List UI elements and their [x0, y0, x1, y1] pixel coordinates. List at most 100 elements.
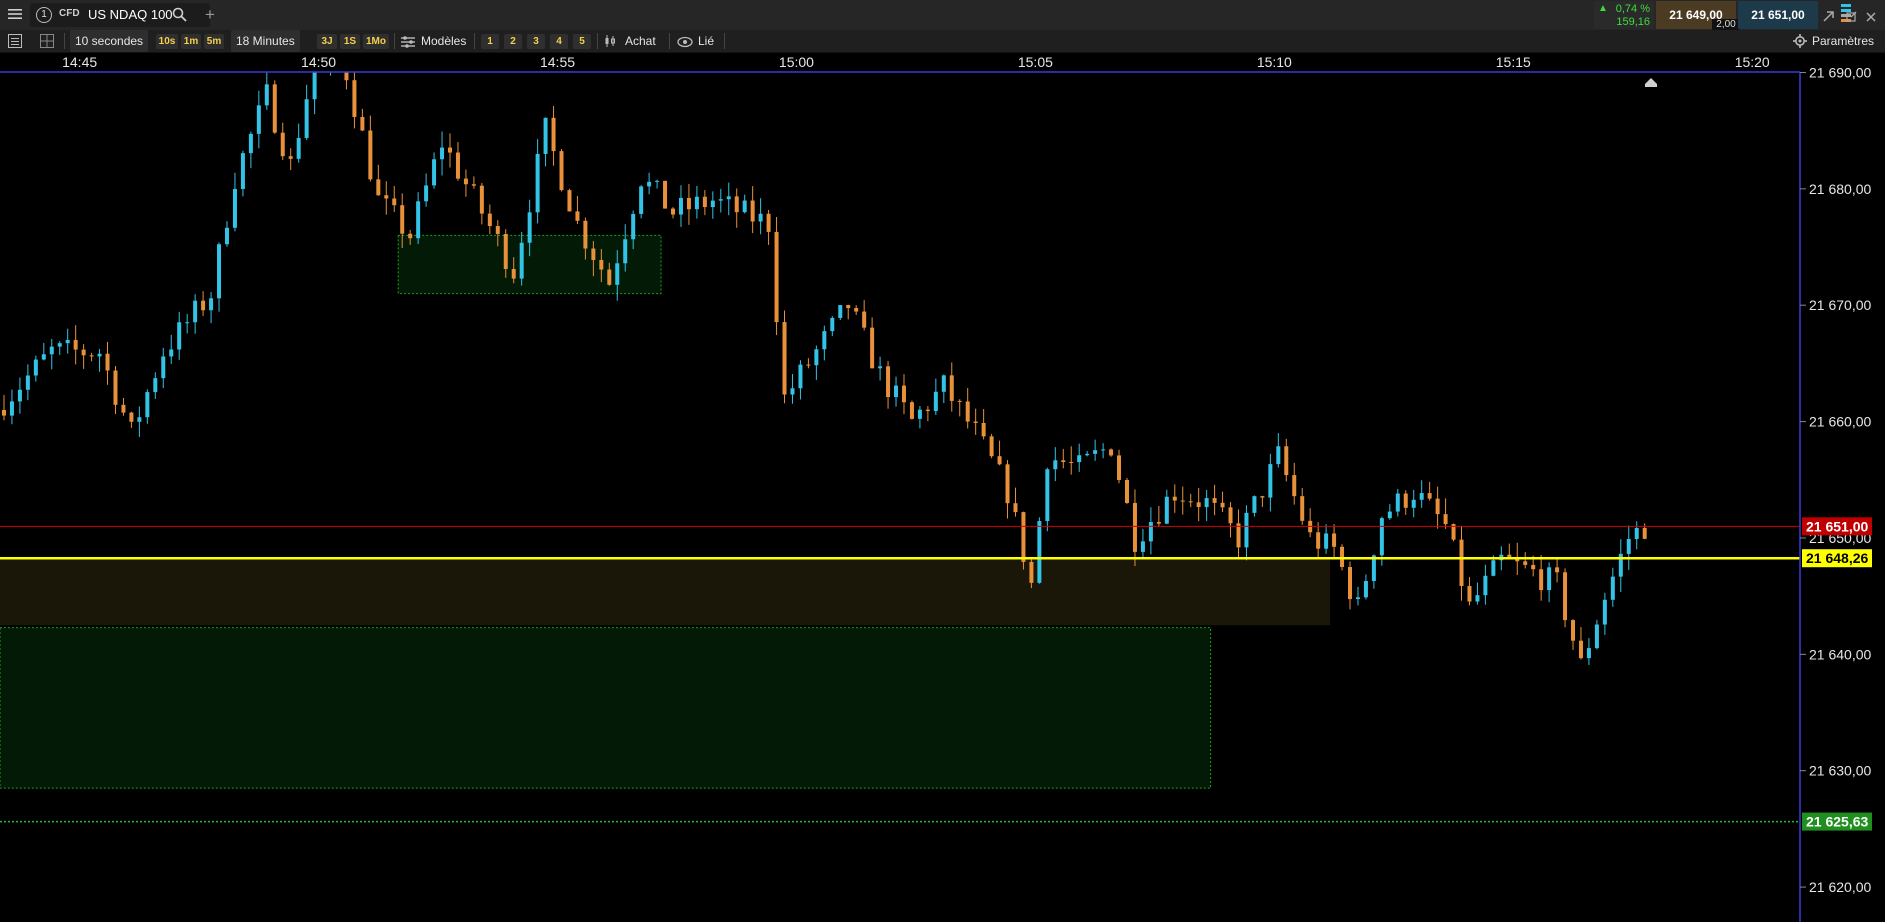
- candle: [352, 80, 357, 117]
- candle: [838, 305, 843, 318]
- candle: [1268, 464, 1273, 498]
- candle: [232, 188, 237, 228]
- close-icon[interactable]: [1866, 9, 1876, 27]
- candle: [702, 196, 707, 208]
- candle: [1443, 514, 1448, 525]
- candle: [1156, 522, 1161, 524]
- buy-button[interactable]: Achat: [625, 30, 656, 52]
- price-tick-label: 21 620,00: [1809, 879, 1871, 895]
- scroll-to-latest-icon[interactable]: [1645, 78, 1657, 87]
- instrument-type: CFD: [59, 8, 80, 19]
- candle: [1053, 460, 1058, 470]
- add-tab-button[interactable]: +: [205, 5, 215, 25]
- candle: [543, 117, 548, 154]
- candle: [1132, 503, 1137, 552]
- candle: [1411, 499, 1416, 508]
- interval-1m[interactable]: 1m: [181, 34, 201, 49]
- candle: [814, 349, 819, 366]
- period-1s[interactable]: 1S: [340, 34, 360, 49]
- time-tick-label: 15:00: [779, 54, 814, 70]
- layout-3[interactable]: 3: [527, 34, 545, 49]
- candle: [886, 366, 891, 398]
- candle: [296, 137, 301, 159]
- candle: [288, 156, 293, 159]
- candle: [121, 404, 126, 413]
- candle: [97, 353, 102, 357]
- layout-grid-icon[interactable]: [40, 34, 54, 53]
- interval-5m[interactable]: 5m: [204, 34, 224, 49]
- layout-1[interactable]: 1: [481, 34, 499, 49]
- instrument-name: US NDAQ 100: [88, 7, 173, 22]
- search-icon[interactable]: [172, 7, 187, 24]
- link-icon[interactable]: [677, 35, 693, 53]
- buy-icon[interactable]: [604, 34, 618, 53]
- candle: [65, 339, 70, 344]
- instrument-tab[interactable]: 1 CFD US NDAQ 100: [30, 3, 210, 27]
- support-price-tag: 21 648,26: [1806, 550, 1868, 566]
- candle: [463, 178, 468, 185]
- time-tick-label: 15:20: [1735, 54, 1770, 70]
- candle: [774, 231, 779, 323]
- candle: [655, 180, 660, 182]
- candle: [376, 179, 381, 196]
- candle: [424, 185, 429, 202]
- settings-button[interactable]: Paramètres: [1812, 30, 1874, 52]
- price-tick-label: 21 660,00: [1809, 414, 1871, 430]
- candle: [798, 364, 803, 389]
- layout-4[interactable]: 4: [550, 34, 568, 49]
- candle: [878, 366, 883, 369]
- candle: [686, 197, 691, 210]
- tab-number-badge: 1: [36, 7, 52, 23]
- layout-2[interactable]: 2: [504, 34, 522, 49]
- candle: [1005, 464, 1010, 504]
- list-icon[interactable]: [8, 34, 22, 53]
- candle: [1093, 450, 1098, 454]
- candle: [718, 199, 723, 201]
- ask-button[interactable]: 21 651,00: [1738, 1, 1818, 29]
- candle: [973, 421, 978, 423]
- period-3j[interactable]: 3J: [317, 34, 337, 49]
- candle: [392, 198, 397, 206]
- candle: [408, 233, 413, 239]
- change-box: ▲ 0,74 % 159,16: [1594, 1, 1654, 29]
- settings-icon[interactable]: [1793, 34, 1807, 53]
- candle: [33, 359, 38, 376]
- candle: [1348, 567, 1352, 600]
- candle: [1539, 569, 1544, 591]
- candle: [1140, 541, 1145, 552]
- candle: [663, 180, 668, 209]
- collapse-icon[interactable]: [1823, 9, 1834, 27]
- candle: [607, 269, 612, 285]
- candle: [941, 375, 946, 392]
- period-1mo[interactable]: 1Mo: [363, 34, 389, 49]
- candle: [822, 331, 827, 350]
- candle: [240, 153, 245, 189]
- candle: [1196, 502, 1201, 508]
- linked-button[interactable]: Lié: [698, 30, 714, 52]
- templates-button[interactable]: Modèles: [421, 30, 466, 52]
- candle: [1340, 546, 1345, 568]
- price-chart[interactable]: 14:45 14:50 14:55 15:00 15:05 15:10 15:15 15:20…: [0, 53, 1885, 922]
- templates-icon[interactable]: [401, 35, 415, 53]
- candle: [599, 260, 604, 270]
- candle: [89, 355, 94, 357]
- interval-dropdown[interactable]: 10 secondes: [70, 30, 149, 52]
- candle: [551, 117, 556, 152]
- candle: [535, 153, 540, 213]
- candle: [1363, 581, 1368, 598]
- interval-10s[interactable]: 10s: [156, 34, 178, 49]
- candle: [73, 339, 78, 350]
- candle: [209, 298, 214, 311]
- hamburger-icon[interactable]: [8, 8, 22, 22]
- popout-icon[interactable]: [1846, 9, 1857, 27]
- candle: [933, 391, 938, 412]
- candle: [623, 239, 628, 264]
- layout-5[interactable]: 5: [573, 34, 591, 49]
- period-dropdown[interactable]: 18 Minutes: [231, 30, 300, 52]
- candle: [678, 197, 683, 215]
- candle: [185, 322, 190, 324]
- candle: [1610, 576, 1615, 600]
- candle: [1085, 453, 1090, 456]
- candle: [400, 205, 405, 234]
- candle: [766, 213, 771, 232]
